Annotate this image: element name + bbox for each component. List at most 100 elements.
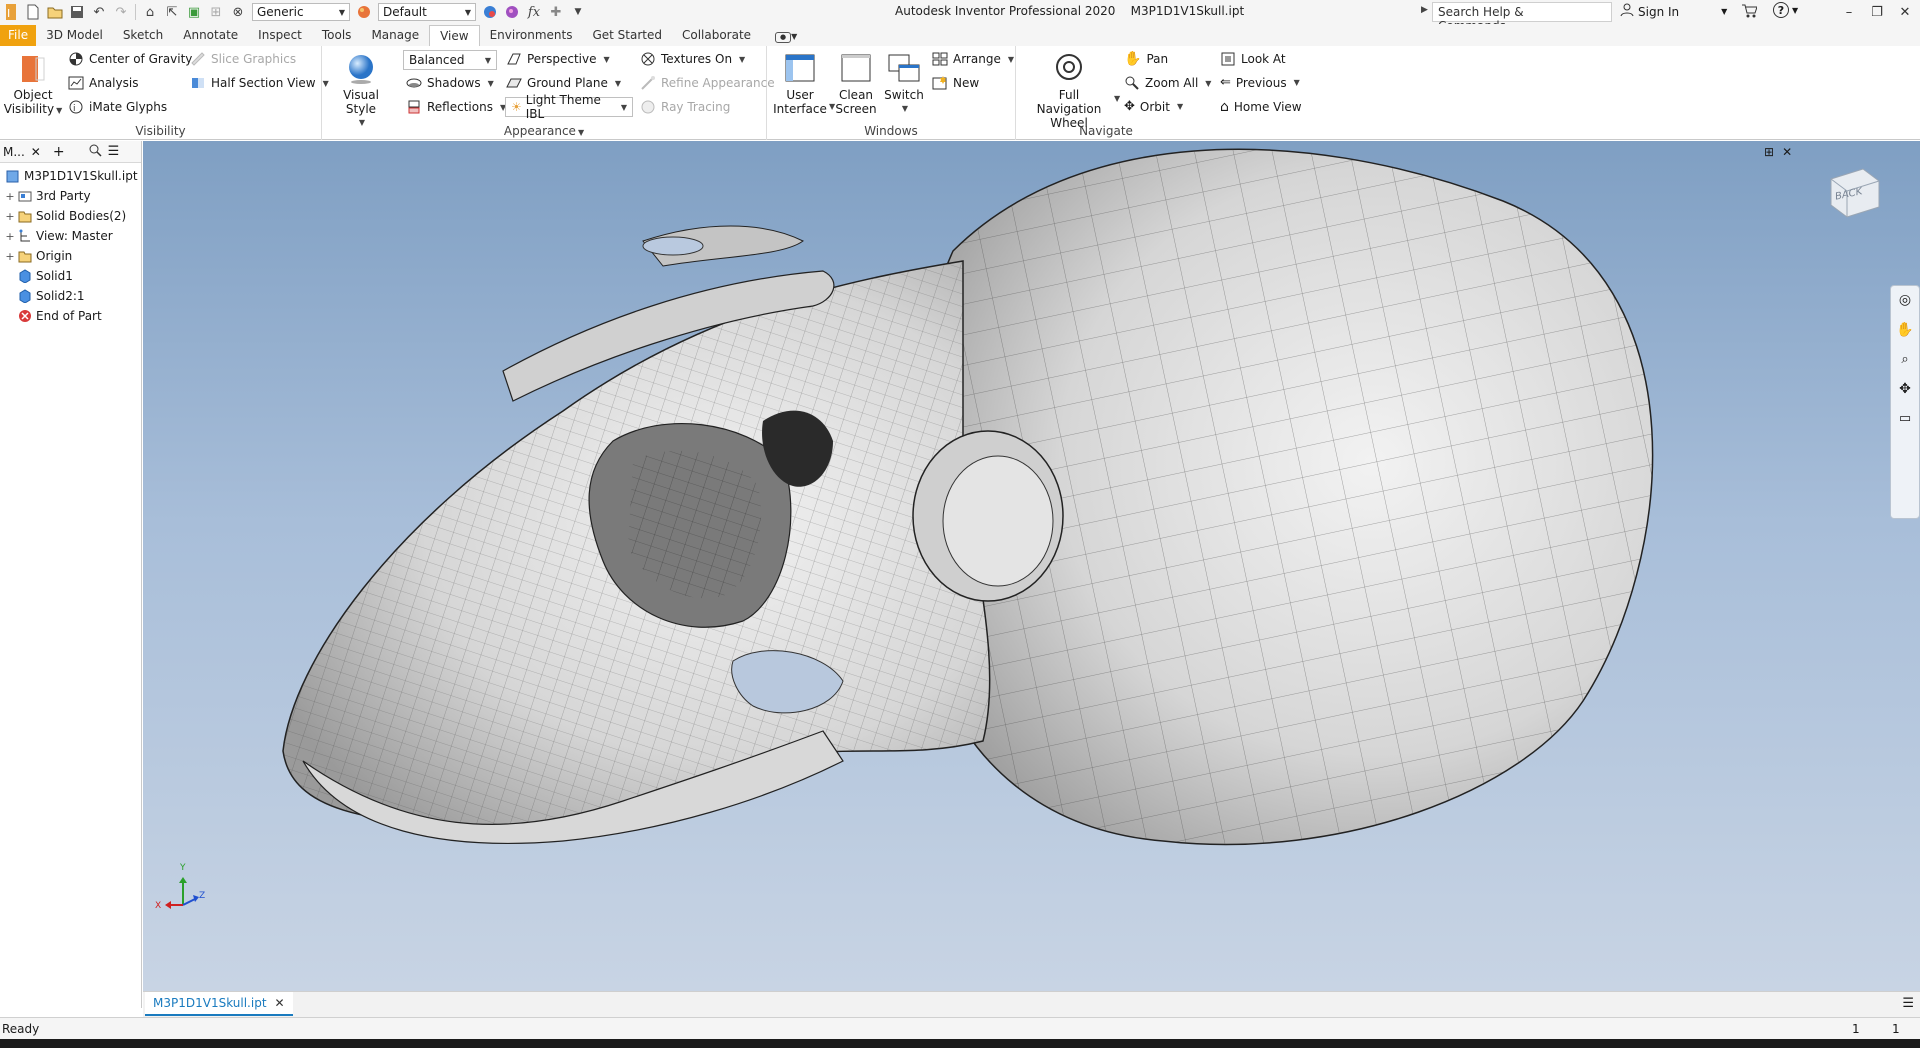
minimize-icon[interactable]: – bbox=[1838, 2, 1860, 22]
update-icon[interactable]: ▣ bbox=[183, 2, 205, 22]
tree-item-solid-bodies[interactable]: + Solid Bodies(2) bbox=[0, 206, 141, 226]
orbit-icon[interactable]: ✥ bbox=[1899, 381, 1911, 397]
redo-icon[interactable]: ↷ bbox=[110, 2, 132, 22]
tree-item-origin[interactable]: + Origin bbox=[0, 246, 141, 266]
tab-environments[interactable]: Environments bbox=[480, 25, 583, 46]
orbit-button[interactable]: ✥ Orbit ▼ bbox=[1124, 99, 1183, 114]
search-icon[interactable] bbox=[89, 144, 102, 160]
tab-inspect[interactable]: Inspect bbox=[248, 25, 312, 46]
add-browser-icon[interactable]: + bbox=[53, 144, 65, 160]
tab-tools[interactable]: Tools bbox=[312, 25, 362, 46]
no-material-icon[interactable]: ⊗ bbox=[227, 2, 249, 22]
center-of-gravity-button[interactable]: Center of Gravity bbox=[68, 51, 192, 67]
new-window-button[interactable]: New bbox=[932, 75, 979, 91]
perspective-button[interactable]: Perspective ▼ bbox=[506, 51, 610, 67]
home-view-button[interactable]: ⌂ Home View bbox=[1220, 99, 1302, 115]
expand-icon[interactable]: + bbox=[4, 190, 16, 203]
sign-in-button[interactable]: Sign In ▼ bbox=[1620, 3, 1727, 20]
visual-style-button[interactable]: Visual Style ▼ bbox=[330, 52, 392, 130]
select-icon[interactable]: ⇱ bbox=[161, 2, 183, 22]
look-at-icon[interactable]: ▭ bbox=[1899, 411, 1911, 426]
skull-model[interactable] bbox=[143, 141, 1920, 991]
new-file-icon[interactable] bbox=[22, 2, 44, 22]
look-at-button[interactable]: Look At bbox=[1220, 51, 1286, 67]
tab-get-started[interactable]: Get Started bbox=[582, 25, 672, 46]
user-interface-button[interactable]: User Interface bbox=[773, 52, 827, 116]
ray-tracing-button[interactable]: Ray Tracing bbox=[640, 99, 730, 115]
tab-view[interactable]: View bbox=[429, 25, 480, 46]
sign-in-label: Sign In bbox=[1638, 4, 1680, 19]
pan-hand-icon[interactable]: ✋ bbox=[1896, 322, 1913, 338]
viewcube[interactable]: BACK bbox=[1823, 161, 1885, 221]
appearance-sphere-icon[interactable] bbox=[353, 2, 375, 22]
clear-appearance-icon[interactable] bbox=[501, 2, 523, 22]
customize-dropdown-icon[interactable]: ▼ bbox=[567, 2, 589, 22]
cart-icon[interactable] bbox=[1741, 3, 1758, 22]
undo-icon[interactable]: ↶ bbox=[88, 2, 110, 22]
app-logo-icon[interactable]: I bbox=[0, 2, 22, 22]
analysis-button[interactable]: Analysis bbox=[68, 75, 138, 91]
tree-item-solid2[interactable]: Solid2:1 bbox=[0, 286, 141, 306]
add-icon[interactable]: ✚ bbox=[545, 2, 567, 22]
search-input[interactable]: Search Help & Commands... bbox=[1432, 2, 1612, 33]
refine-appearance-button[interactable]: Refine Appearance bbox=[640, 75, 775, 91]
ribbon-display-toggle[interactable]: ● ▼ bbox=[761, 25, 807, 46]
slice-graphics-button[interactable]: Slice Graphics bbox=[190, 51, 296, 67]
appearance-panel-label[interactable]: Appearance ▼ bbox=[322, 124, 766, 138]
zoom-all-button[interactable]: Zoom All ▼ bbox=[1124, 75, 1211, 91]
measure-icon[interactable]: ⊞ bbox=[205, 2, 227, 22]
steering-wheel-icon[interactable]: ◎ bbox=[1899, 292, 1911, 308]
ground-plane-button[interactable]: Ground Plane ▼ bbox=[506, 75, 621, 91]
lighting-style-combo[interactable]: ☀ Light Theme IBL ▼ bbox=[505, 93, 633, 121]
switch-button[interactable]: Switch ▼ bbox=[881, 52, 927, 116]
tile-views-icon[interactable]: ⊞ bbox=[1764, 145, 1774, 159]
tree-item-end-of-part[interactable]: End of Part bbox=[0, 306, 141, 326]
close-icon[interactable]: ✕ bbox=[1894, 2, 1916, 22]
object-visibility-button[interactable]: Object Visibility ▼ bbox=[4, 52, 62, 118]
expand-arrow-icon[interactable]: ▶ bbox=[1421, 5, 1428, 15]
clean-screen-button[interactable]: Clean Screen bbox=[833, 52, 879, 116]
imate-glyphs-button[interactable]: i iMate Glyphs bbox=[68, 99, 167, 115]
textures-on-button[interactable]: Textures On ▼ bbox=[640, 51, 745, 67]
shadows-button[interactable]: Shadows ▼ bbox=[406, 75, 494, 91]
document-tab[interactable]: M3P1D1V1Skull.ipt ✕ bbox=[145, 992, 293, 1016]
browser-tab-model[interactable]: M... bbox=[3, 145, 25, 159]
tab-annotate[interactable]: Annotate bbox=[173, 25, 248, 46]
close-browser-icon[interactable]: ✕ bbox=[31, 145, 41, 159]
tab-collaborate[interactable]: Collaborate bbox=[672, 25, 761, 46]
tree-item-part[interactable]: M3P1D1V1Skull.ipt bbox=[0, 166, 141, 186]
menu-icon[interactable]: ☰ bbox=[108, 144, 120, 159]
tree-item-solid1[interactable]: Solid1 bbox=[0, 266, 141, 286]
save-icon[interactable] bbox=[66, 2, 88, 22]
graphics-viewport[interactable]: BACK ⊞ ✕ ◎ ✋ ⌕ ✥ ▭ Y X Z bbox=[143, 141, 1920, 991]
tab-sketch[interactable]: Sketch bbox=[113, 25, 173, 46]
tree-item-view-master[interactable]: + View: Master bbox=[0, 226, 141, 246]
expand-icon[interactable]: + bbox=[4, 250, 16, 263]
zoom-icon[interactable]: ⌕ bbox=[1901, 352, 1908, 367]
open-file-icon[interactable] bbox=[44, 2, 66, 22]
parameters-icon[interactable]: fx bbox=[523, 2, 545, 22]
previous-view-button[interactable]: ⇐ Previous ▼ bbox=[1220, 75, 1300, 90]
expand-icon[interactable]: + bbox=[4, 230, 16, 243]
tab-manage[interactable]: Manage bbox=[361, 25, 429, 46]
appearance-combo[interactable]: Default ▼ bbox=[378, 3, 476, 21]
adjust-appearance-icon[interactable] bbox=[479, 2, 501, 22]
tab-3d-model[interactable]: 3D Model bbox=[36, 25, 113, 46]
arrange-button[interactable]: Arrange ▼ bbox=[932, 51, 1014, 67]
expand-icon[interactable]: + bbox=[4, 210, 16, 223]
tab-file[interactable]: File bbox=[0, 25, 37, 46]
full-navigation-wheel-button[interactable]: Full Navigation Wheel bbox=[1026, 52, 1112, 130]
document-menu-icon[interactable]: ☰ bbox=[1902, 996, 1914, 1011]
detail-level-combo[interactable]: Balanced ▼ bbox=[403, 50, 497, 70]
half-section-view-button[interactable]: Half Section View ▼ bbox=[190, 75, 329, 91]
close-viewport-icon[interactable]: ✕ bbox=[1782, 145, 1792, 159]
material-combo[interactable]: Generic ▼ bbox=[252, 3, 350, 21]
restore-icon[interactable]: ❐ bbox=[1866, 2, 1888, 22]
close-tab-icon[interactable]: ✕ bbox=[275, 996, 285, 1010]
chevron-down-icon[interactable]: ▼ bbox=[1114, 94, 1120, 103]
help-button[interactable]: ? ▼ bbox=[1773, 2, 1798, 18]
home-icon[interactable]: ⌂ bbox=[139, 2, 161, 22]
pan-button[interactable]: ✋ Pan bbox=[1124, 51, 1168, 67]
reflections-button[interactable]: Reflections ▼ bbox=[406, 99, 506, 115]
tree-item-3rd-party[interactable]: + 3rd Party bbox=[0, 186, 141, 206]
